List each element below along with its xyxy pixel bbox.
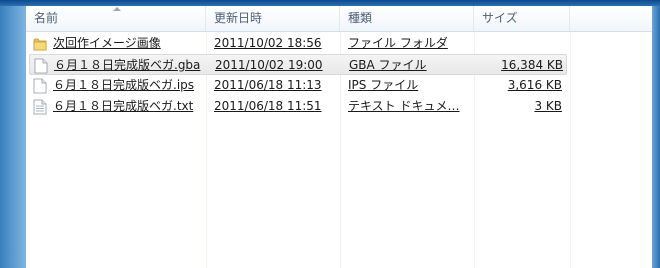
file-type: GBA ファイル xyxy=(349,58,427,72)
column-header-size-label: サイズ xyxy=(482,11,518,25)
file-type: ファイル フォルダ xyxy=(348,36,448,50)
file-size: 3,616 KB xyxy=(507,78,562,92)
file-type: テキスト ドキュメ… xyxy=(348,99,460,113)
file-row[interactable]: ６月１８日完成版ベガ.txt 2011/06/18 11:51 テキスト ドキュ… xyxy=(29,96,567,117)
sort-ascending-icon xyxy=(113,7,121,11)
file-icon xyxy=(33,78,47,94)
text-file-icon xyxy=(33,99,47,115)
file-row[interactable]: ６月１８日完成版ベガ.ips 2011/06/18 11:13 IPS ファイル… xyxy=(29,75,567,96)
file-date: 2011/06/18 11:13 xyxy=(214,78,322,92)
file-name: 次回作イメージ画像 xyxy=(53,36,161,50)
file-list-pane: 名前 更新日時 種類 サイズ 次回作イメージ画像 2011/10/02 18:5… xyxy=(26,6,652,268)
window-frame-right xyxy=(652,6,660,268)
file-size: 3 KB xyxy=(534,99,562,113)
file-date: 2011/06/18 11:51 xyxy=(214,99,322,113)
file-name: ６月１８日完成版ベガ.gba xyxy=(54,58,201,72)
file-type: IPS ファイル xyxy=(348,78,419,92)
column-header-name-label: 名前 xyxy=(34,11,59,25)
file-size: 16,384 KB xyxy=(501,58,563,72)
file-date: 2011/10/02 19:00 xyxy=(215,58,323,72)
column-header-name[interactable]: 名前 xyxy=(26,6,206,31)
column-header-type-label: 種類 xyxy=(348,11,373,25)
column-header-date-label: 更新日時 xyxy=(214,11,263,25)
folder-icon xyxy=(33,38,47,51)
explorer-window: 名前 更新日時 種類 サイズ 次回作イメージ画像 2011/10/02 18:5… xyxy=(0,0,660,268)
column-divider xyxy=(570,32,571,268)
file-icon xyxy=(34,58,48,74)
column-header-date[interactable]: 更新日時 xyxy=(206,6,340,31)
column-header-size[interactable]: サイズ xyxy=(474,6,570,31)
file-date: 2011/10/02 18:56 xyxy=(214,36,322,50)
file-row[interactable]: 次回作イメージ画像 2011/10/02 18:56 ファイル フォルダ xyxy=(29,33,567,54)
file-name: ６月１８日完成版ベガ.ips xyxy=(53,78,195,92)
file-row[interactable]: ６月１８日完成版ベガ.gba 2011/10/02 19:00 GBA ファイル… xyxy=(29,54,567,75)
file-name: ６月１８日完成版ベガ.txt xyxy=(53,99,194,113)
navigation-pane-edge xyxy=(0,6,26,268)
file-size xyxy=(477,33,562,54)
column-header-bar: 名前 更新日時 種類 サイズ xyxy=(26,6,652,32)
column-header-type[interactable]: 種類 xyxy=(340,6,474,31)
